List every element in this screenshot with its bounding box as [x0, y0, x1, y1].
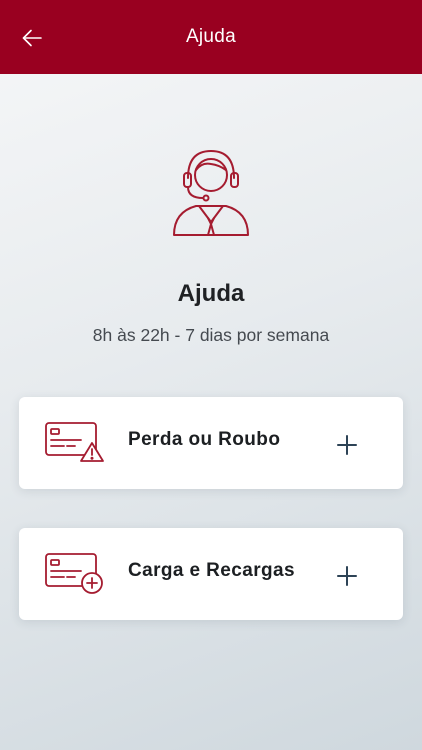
card-perda-ou-roubo[interactable]: Perda ou Roubo	[19, 397, 403, 489]
expand-button[interactable]	[333, 562, 361, 590]
card-warning-icon	[44, 421, 106, 468]
app-header: Ajuda	[0, 0, 422, 74]
card-label: Perda ou Roubo	[128, 429, 281, 450]
header-title: Ajuda	[185, 26, 237, 47]
support-hours: 8h às 22h - 7 dias por semana	[92, 325, 330, 345]
card-add-icon	[44, 552, 106, 601]
card-label: Carga e Recargas	[128, 560, 295, 581]
expand-button[interactable]	[333, 431, 361, 459]
card-carga-e-recargas[interactable]: Carga e Recargas	[19, 528, 403, 620]
plus-icon	[337, 566, 357, 586]
support-agent-icon	[166, 146, 256, 243]
page-title: Ajuda	[177, 280, 245, 307]
plus-icon	[337, 435, 357, 455]
